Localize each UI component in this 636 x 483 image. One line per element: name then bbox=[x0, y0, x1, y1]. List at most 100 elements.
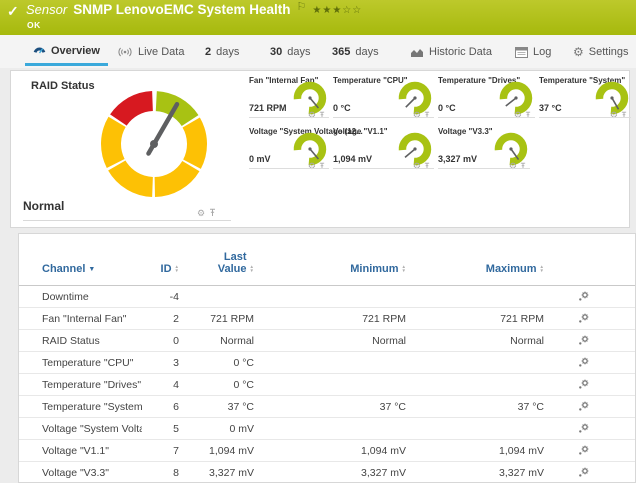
tab-overview[interactable]: Overview bbox=[25, 38, 108, 66]
channel-settings-button[interactable] bbox=[544, 467, 604, 478]
cell-maximum: Normal bbox=[406, 335, 544, 347]
table-row: RAID Status 0 Normal Normal Normal bbox=[19, 330, 635, 352]
pin-icon[interactable] bbox=[424, 106, 430, 124]
cell-channel: Voltage "V3.3" bbox=[42, 467, 142, 479]
pin-icon[interactable] bbox=[209, 204, 216, 222]
cell-maximum: 3,327 mV bbox=[406, 467, 544, 479]
table-row: Voltage "V1.1" 7 1,094 mV 1,094 mV 1,094… bbox=[19, 440, 635, 462]
mini-gauge-panel[interactable]: Voltage "V3.3" 3,327 mV ⚙ bbox=[438, 127, 530, 169]
pin-icon[interactable] bbox=[424, 157, 430, 175]
sort-icon: ▲▼ bbox=[250, 265, 254, 273]
cell-last-value: 3,327 mV bbox=[179, 467, 254, 479]
gauge-settings-icon[interactable]: ⚙ bbox=[308, 162, 316, 171]
gauge-settings-icon[interactable]: ⚙ bbox=[610, 111, 618, 120]
cell-id: 2 bbox=[142, 313, 179, 325]
pin-icon[interactable] bbox=[319, 106, 325, 124]
sort-icon: ▲▼ bbox=[402, 265, 406, 273]
pin-icon[interactable] bbox=[520, 157, 526, 175]
cell-id: 6 bbox=[142, 401, 179, 413]
sort-icon: ▲▼ bbox=[175, 265, 179, 273]
tab-live-data[interactable]: Live Data bbox=[117, 38, 184, 66]
pin-icon[interactable] bbox=[621, 106, 627, 124]
cell-maximum: 1,094 mV bbox=[406, 445, 544, 457]
channel-settings-button[interactable] bbox=[544, 423, 604, 434]
divider bbox=[249, 117, 329, 118]
cell-last-value: 0 °C bbox=[179, 379, 254, 391]
cell-id: 3 bbox=[142, 357, 179, 369]
cell-last-value: 721 RPM bbox=[179, 313, 254, 325]
cell-id: 5 bbox=[142, 423, 179, 435]
mini-gauge-value: 1,094 mV bbox=[333, 154, 372, 164]
priority-stars[interactable]: ★★★☆☆ bbox=[312, 5, 362, 16]
gauge-settings-icon[interactable]: ⚙ bbox=[308, 111, 316, 120]
mini-gauge-value: 0 °C bbox=[333, 103, 351, 113]
pin-icon[interactable] bbox=[319, 157, 325, 175]
cell-channel: Voltage "V1.1" bbox=[42, 445, 142, 457]
column-header-last-value[interactable]: Last Value▲▼ bbox=[179, 251, 254, 275]
column-header-minimum[interactable]: Minimum▲▼ bbox=[254, 263, 406, 275]
cell-last-value: 1,094 mV bbox=[179, 445, 254, 457]
cell-last-value: Normal bbox=[179, 335, 254, 347]
channels-table: Channel▼ ID▲▼ Last Value▲▼ Minimum▲▼ Max… bbox=[18, 233, 636, 483]
tab-365-days[interactable]: 365 days bbox=[332, 38, 379, 66]
divider bbox=[333, 117, 434, 118]
column-header-maximum[interactable]: Maximum▲▼ bbox=[406, 263, 544, 275]
channel-settings-button[interactable] bbox=[544, 445, 604, 456]
sensor-kind-label: Sensor bbox=[26, 2, 67, 17]
mini-gauge-title: Voltage "V3.3" bbox=[438, 127, 493, 136]
cell-minimum: Normal bbox=[254, 335, 406, 347]
raid-gauge-title: RAID Status bbox=[31, 80, 95, 92]
tab-bar: Overview Live Data 2 days 30 days 365 da… bbox=[0, 35, 636, 68]
channel-settings-button[interactable] bbox=[544, 335, 604, 346]
table-row: Temperature "CPU" 3 0 °C bbox=[19, 352, 635, 374]
mini-gauge-panel[interactable]: Fan "Internal Fan" 721 RPM ⚙ bbox=[249, 76, 329, 118]
cell-id: -4 bbox=[142, 291, 179, 303]
ok-check-icon: ✓ bbox=[7, 3, 19, 20]
mini-gauge-panel[interactable]: Temperature "Drives" 0 °C ⚙ bbox=[438, 76, 535, 118]
divider bbox=[333, 168, 434, 169]
table-row: Voltage "System Voltage (... 5 0 mV bbox=[19, 418, 635, 440]
channel-settings-button[interactable] bbox=[544, 291, 604, 302]
channel-settings-button[interactable] bbox=[544, 379, 604, 390]
divider bbox=[438, 117, 535, 118]
tab-log[interactable]: Log bbox=[515, 38, 551, 66]
cell-minimum: 3,327 mV bbox=[254, 467, 406, 479]
channel-settings-button[interactable] bbox=[544, 313, 604, 324]
channel-settings-button[interactable] bbox=[544, 401, 604, 412]
tab-historic-data[interactable]: Historic Data bbox=[410, 38, 492, 66]
cell-id: 4 bbox=[142, 379, 179, 391]
column-header-id[interactable]: ID▲▼ bbox=[142, 263, 179, 275]
channel-settings-button[interactable] bbox=[544, 357, 604, 368]
cell-last-value: 0 mV bbox=[179, 423, 254, 435]
flag-icon[interactable]: ⚐ bbox=[297, 0, 307, 13]
cell-channel: Fan "Internal Fan" bbox=[42, 313, 142, 325]
mini-gauge-value: 37 °C bbox=[539, 103, 562, 113]
mini-gauge-value: 721 RPM bbox=[249, 103, 287, 113]
table-row: Fan "Internal Fan" 2 721 RPM 721 RPM 721… bbox=[19, 308, 635, 330]
divider bbox=[249, 168, 329, 169]
divider bbox=[438, 168, 530, 169]
column-header-channel[interactable]: Channel▼ bbox=[42, 263, 142, 275]
pin-icon[interactable] bbox=[525, 106, 531, 124]
tab-settings[interactable]: ⚙ Settings bbox=[573, 38, 629, 66]
tab-2-days[interactable]: 2 days bbox=[205, 38, 239, 66]
gauge-settings-icon[interactable]: ⚙ bbox=[413, 162, 421, 171]
cell-minimum: 1,094 mV bbox=[254, 445, 406, 457]
mini-gauge-panel[interactable]: Temperature "CPU" 0 °C ⚙ bbox=[333, 76, 434, 118]
mini-gauge-panel[interactable]: Temperature "System" 37 °C ⚙ bbox=[539, 76, 631, 118]
gauge-settings-icon[interactable]: ⚙ bbox=[514, 111, 522, 120]
mini-gauge-value: 0 mV bbox=[249, 154, 271, 164]
raid-gauge[interactable] bbox=[94, 84, 214, 204]
tab-30-days[interactable]: 30 days bbox=[270, 38, 311, 66]
table-row: Temperature "Drives" 4 0 °C bbox=[19, 374, 635, 396]
mini-gauge-panel[interactable]: Voltage "System Voltage (12... 0 mV ⚙ bbox=[249, 127, 329, 169]
table-row: Temperature "System" 6 37 °C 37 °C 37 °C bbox=[19, 396, 635, 418]
gauge-settings-icon[interactable]: ⚙ bbox=[413, 111, 421, 120]
table-row: Downtime -4 bbox=[19, 286, 635, 308]
gauge-settings-icon[interactable]: ⚙ bbox=[509, 162, 517, 171]
gauge-settings-icon[interactable]: ⚙ bbox=[197, 209, 205, 218]
cell-channel: Downtime bbox=[42, 291, 142, 303]
cell-id: 0 bbox=[142, 335, 179, 347]
cell-channel: Voltage "System Voltage (... bbox=[42, 423, 142, 435]
mini-gauge-panel[interactable]: Voltage "V1.1" 1,094 mV ⚙ bbox=[333, 127, 434, 169]
